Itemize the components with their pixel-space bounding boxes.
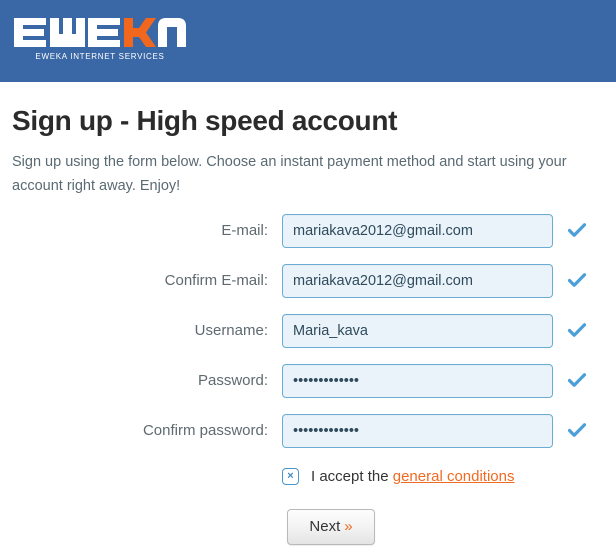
next-button[interactable]: Next »: [287, 508, 375, 545]
username-input[interactable]: [282, 313, 553, 348]
check-icon: [568, 423, 586, 437]
terms-text-prefix: I accept the: [311, 468, 389, 486]
chevron-right-icon: »: [344, 518, 353, 536]
form-row-email: E-mail:: [12, 213, 604, 249]
submit-spacer: [12, 509, 287, 545]
page-subtitle: Sign up using the form below. Choose an …: [12, 153, 567, 194]
check-icon: [568, 373, 586, 387]
email-valid-check: [563, 223, 591, 238]
confirm-email-valid-check: [563, 273, 591, 288]
terms-row: × I accept the general conditions: [12, 463, 604, 491]
confirm-password-valid-check: [563, 423, 591, 438]
check-icon: [568, 223, 586, 237]
label-email: E-mail:: [221, 222, 268, 240]
site-header: EWEKA INTERNET SERVICES: [0, 0, 616, 82]
eweka-logo[interactable]: EWEKA INTERNET SERVICES: [12, 16, 192, 66]
password-input[interactable]: [282, 363, 553, 398]
username-valid-check: [563, 323, 591, 338]
label-password: Password:: [197, 372, 268, 390]
form-row-confirm-password: Confirm password:: [12, 413, 604, 449]
label-confirm-email: Confirm E-mail:: [164, 272, 268, 290]
label-username: Username:: [194, 322, 268, 340]
form-row-password: Password:: [12, 363, 604, 399]
terms-text: I accept the general conditions: [311, 468, 515, 485]
confirm-password-input[interactable]: [282, 413, 553, 448]
next-button-label: Next: [309, 518, 341, 536]
form-row-username: Username:: [12, 313, 604, 349]
form-row-confirm-email: Confirm E-mail:: [12, 263, 604, 299]
check-icon: [568, 323, 586, 337]
submit-row: Next »: [12, 508, 604, 545]
password-valid-check: [563, 373, 591, 388]
logo-tagline: EWEKA INTERNET SERVICES: [35, 52, 165, 61]
check-icon: [568, 273, 586, 287]
page-title: Sign up - High speed account: [12, 105, 398, 136]
eweka-wordmark-icon: [14, 18, 186, 47]
signup-form: E-mail: Confirm E-mail: Username:: [12, 213, 604, 545]
email-input[interactable]: [282, 213, 553, 248]
label-confirm-password: Confirm password:: [142, 422, 268, 440]
confirm-email-input[interactable]: [282, 263, 553, 298]
general-conditions-link[interactable]: general conditions: [393, 468, 515, 485]
accept-terms-checkbox[interactable]: ×: [282, 468, 299, 486]
page-content: Sign up - High speed account Sign up usi…: [0, 105, 616, 545]
